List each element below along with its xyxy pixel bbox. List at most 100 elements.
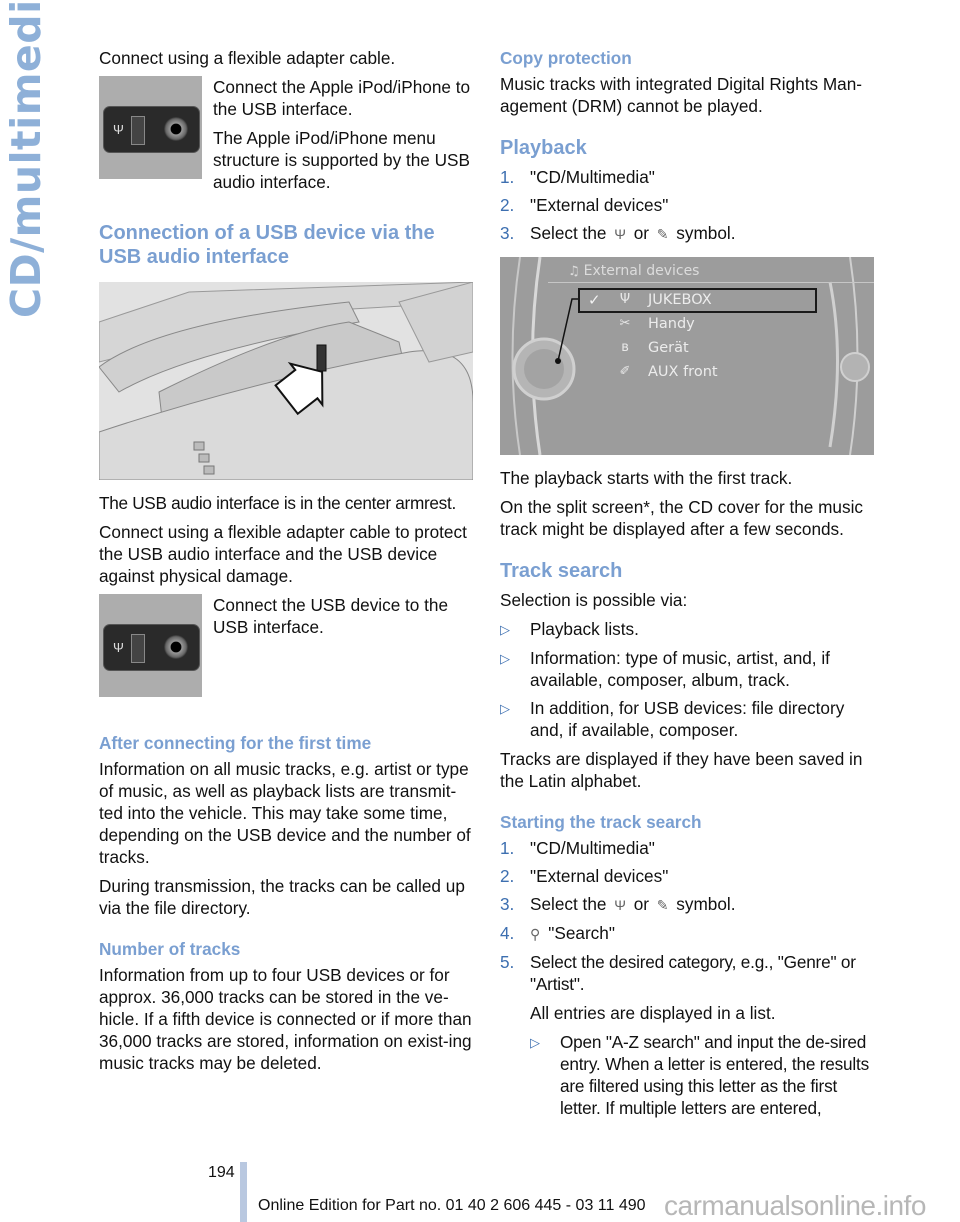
list-item: 2. "External devices" — [500, 865, 874, 887]
phone-icon: ✎ — [656, 897, 669, 913]
list-item: 1. "CD/Multimedia" — [500, 166, 874, 188]
protect-text: Connect using a flexible adapter cable t… — [99, 522, 467, 586]
intro-text: Connect using a flexible adapter cable. — [99, 48, 396, 68]
armrest-caption: The USB audio interface is in the center… — [99, 493, 456, 513]
phone-icon: ✂ — [619, 316, 631, 331]
page-number: 194 — [208, 1164, 235, 1181]
playback-start-text: The playback starts with the first track… — [500, 468, 793, 488]
heading-first-time: After connecting for the first time — [99, 733, 372, 753]
phone-icon: ✎ — [656, 226, 669, 242]
usb-slot — [131, 634, 145, 663]
aux-plug-icon: ✐ — [619, 364, 631, 379]
screen-divider — [548, 282, 874, 283]
step-text-mid: or — [628, 223, 654, 243]
heading-starting-track-search: Starting the track search — [500, 812, 702, 832]
step-number: 1. — [500, 838, 515, 858]
list-item: ▷ Open "A-Z search" and input the de-sire… — [530, 1031, 874, 1119]
screen-title-text: External devices — [583, 263, 700, 279]
right-column: Copy protection Music tracks with integr… — [500, 47, 874, 1126]
music-note-icon: ♫ — [568, 264, 580, 279]
first-time-text: Information on all music tracks, e.g. ar… — [99, 759, 471, 867]
step-text: "CD/Multimedia" — [530, 167, 655, 187]
step-text: Select the Ψ or ✎ symbol. — [530, 893, 736, 916]
list-item: 3. Select the Ψ or ✎ symbol. — [500, 222, 874, 245]
list-item: 2. "External devices" — [500, 194, 874, 216]
port-plate: Ψ — [103, 624, 200, 671]
bullet-text: In addition, for USB devices: file direc… — [530, 698, 845, 740]
selection-bullets: ▷ Playback lists. ▷ Information: type of m… — [500, 618, 874, 741]
number-of-tracks-text: Information from up to four USB devices … — [99, 965, 472, 1073]
ipod-connect-text: Connect the Apple iPod/iPhone to the USB… — [213, 77, 471, 119]
screen-item-handy[interactable]: Handy — [648, 313, 695, 335]
list-item: 4. ⚲ "Search" — [500, 922, 874, 945]
watermark: carmanualsonline.info — [664, 1190, 926, 1221]
step-number: 1. — [500, 167, 515, 187]
list-item: 5. Select the desired category, e.g., "Ge… — [500, 951, 874, 995]
heading-copy-protection: Copy protection — [500, 48, 632, 68]
az-bullets: ▷ Open "A-Z search" and input the de-sire… — [500, 1031, 874, 1119]
step-number: 3. — [500, 223, 515, 243]
latin-text: Tracks are displayed if they have been s… — [500, 749, 863, 791]
ipod-figure-text: Connect the Apple iPod/iPhone to the USB… — [213, 76, 473, 200]
search-steps: 1. "CD/Multimedia" 2. "External devices" 3… — [500, 837, 874, 995]
copy-protection-text: Music tracks with integrated Digital Rig… — [500, 74, 863, 116]
bullet-triangle-icon: ▷ — [530, 1035, 540, 1050]
bullet-text: Open "A-Z search" and input the de-sired… — [560, 1032, 870, 1118]
screen-item-aux-front[interactable]: AUX front — [648, 361, 718, 383]
ipod-menu-text: The Apple iPod/iPhone menu structure is … — [213, 128, 470, 192]
step-number: 4. — [500, 923, 515, 943]
playback-steps: 1. "CD/Multimedia" 2. "External devices" 3… — [500, 166, 874, 245]
step-text: ⚲ "Search" — [530, 922, 615, 945]
list-item: ▷ In addition, for USB devices: file dire… — [500, 697, 874, 741]
screen-item-geraet[interactable]: Gerät — [648, 337, 689, 359]
step-text: "External devices" — [530, 866, 669, 886]
usb-icon: Ψ — [614, 226, 626, 242]
check-icon: ✓ — [588, 291, 601, 309]
list-item: ▷ Playback lists. — [500, 618, 874, 641]
bullet-triangle-icon: ▷ — [500, 651, 510, 666]
step-number: 2. — [500, 866, 515, 886]
heading-usb-connection: Connection of a USB device via the USB a… — [99, 222, 435, 268]
bullet-text: Playback lists. — [530, 619, 639, 639]
footer-edition: Online Edition for Part no. 01 40 2 606 … — [258, 1197, 646, 1214]
step-text: Select the Ψ or ✎ symbol. — [530, 222, 736, 245]
step-text-pre: Select the — [530, 223, 612, 243]
usb-icon: Ψ — [619, 292, 631, 307]
aux-jack-icon — [164, 117, 188, 141]
external-devices-screen: ♫ External devices ✓ Ψ JUKEBOX ✂ Handy ʙ … — [500, 257, 874, 455]
heading-number-of-tracks: Number of tracks — [99, 939, 241, 959]
split-screen-text: On the split screen*, the CD cover for t… — [500, 497, 863, 539]
bullet-triangle-icon: ▷ — [500, 622, 510, 637]
armrest-illustration — [99, 282, 473, 480]
chapter-side-label: CD/multimedia — [2, 0, 50, 318]
port-plate: Ψ — [103, 106, 200, 153]
usb-icon: Ψ — [113, 122, 124, 137]
step-text: "CD/Multimedia" — [530, 838, 655, 858]
ipod-figure-row: Ψ Connect the Apple iPod/iPhone to the U… — [99, 76, 473, 200]
step-text-post: symbol. — [671, 894, 736, 914]
step-text: "External devices" — [530, 195, 669, 215]
selection-intro: Selection is possible via: — [500, 590, 688, 610]
usb-figure-row: Ψ Connect the USB device to the USB inte… — [99, 594, 473, 697]
usb-icon: Ψ — [113, 640, 124, 655]
transmission-text: During transmission, the tracks can be c… — [99, 876, 465, 918]
step-text-label: "Search" — [548, 923, 615, 943]
usb-aux-port-image-2: Ψ — [99, 594, 202, 697]
search-icon: ⚲ — [530, 926, 541, 942]
step-number: 2. — [500, 195, 515, 215]
step-number: 5. — [500, 952, 515, 972]
aux-jack-icon — [164, 635, 188, 659]
step-text-pre: Select the — [530, 894, 612, 914]
armrest-drawing — [99, 282, 473, 480]
list-item: 1. "CD/Multimedia" — [500, 837, 874, 859]
heading-playback: Playback — [500, 137, 587, 159]
step-text-post: symbol. — [671, 223, 736, 243]
bullet-text: Information: type of music, artist, and,… — [530, 648, 830, 690]
entries-text: All entries are displayed in a list. — [530, 1003, 776, 1023]
usb-icon: Ψ — [614, 897, 626, 913]
step-text-mid: or — [628, 894, 654, 914]
screen-item-jukebox[interactable]: JUKEBOX — [648, 289, 712, 311]
left-column: Connect using a flexible adapter cable. … — [99, 47, 473, 1081]
usb-slot — [131, 116, 145, 145]
screen-title: ♫ External devices — [568, 260, 699, 283]
